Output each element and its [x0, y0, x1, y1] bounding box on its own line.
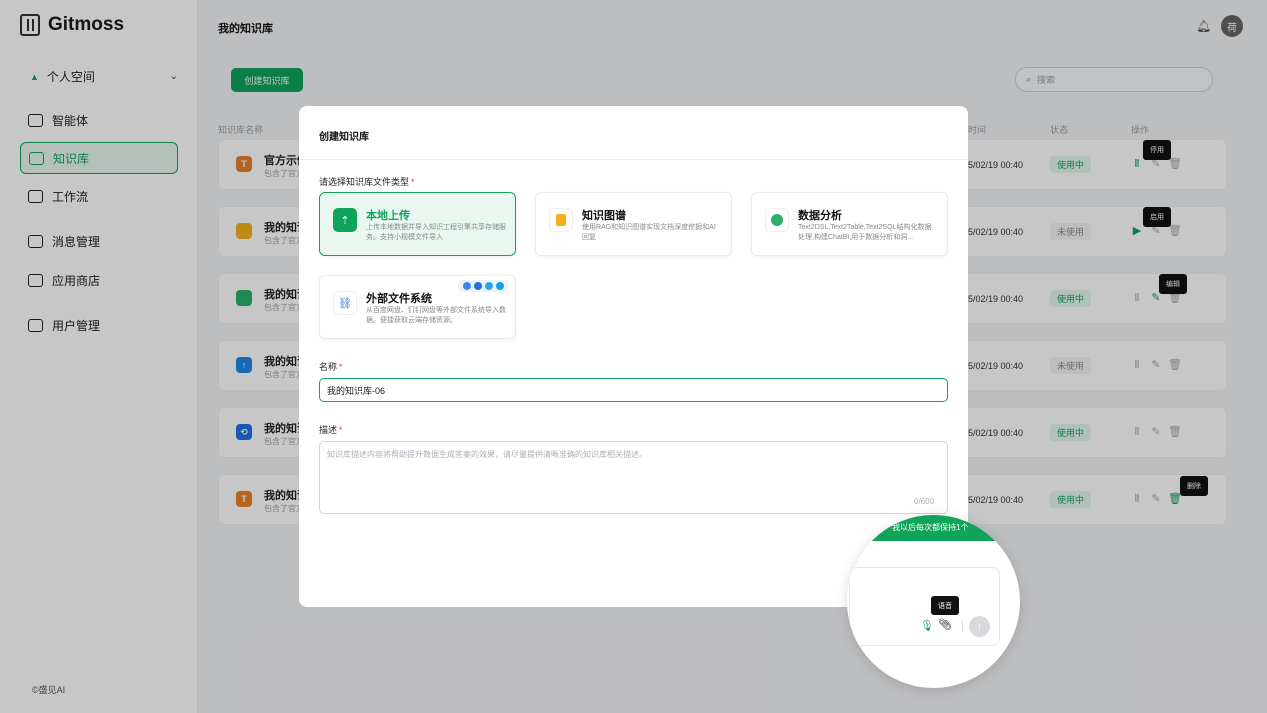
cloud-icon: [485, 282, 493, 290]
type-label: 请选择知识库文件类型 *: [319, 177, 415, 187]
attachment-icon[interactable]: 📎︎: [938, 618, 952, 631]
tooltip-voice: 语音: [931, 596, 959, 615]
name-label: 名称 *: [319, 362, 343, 372]
provider-icons: [458, 280, 509, 292]
microphone-icon[interactable]: 🎙︎: [920, 619, 934, 632]
type-desc: 从百度网盘、钉钉网盘等外部文件系统导入数据。便捷获取云端存储资源。: [366, 307, 506, 324]
type-card-local-upload[interactable]: ⇡ 本地上传 上传本地数据并导入知识工程引擎共享存储服务。支持小规模文件导入: [319, 192, 516, 256]
dingtalk-icon: [474, 282, 482, 290]
name-field[interactable]: [319, 378, 948, 402]
desc-label: 描述 *: [319, 425, 343, 435]
type-label-text: 请选择知识库文件类型: [319, 177, 410, 187]
zoom-magnifier: 我以后每次都保持1个 语音 🎙︎ 📎︎ ↑: [847, 515, 1020, 688]
type-desc: 使用RAG和知识图谱实现文档深度挖掘和AI回复: [582, 224, 716, 241]
type-title: 数据分析: [798, 210, 842, 222]
divider: [299, 159, 968, 160]
char-counter: 0/600: [914, 497, 935, 506]
drive-icon: [496, 282, 504, 290]
name-label-text: 名称: [319, 362, 338, 372]
type-desc: 上传本地数据并导入知识工程引擎共享存储服务。支持小规模文件导入: [366, 224, 506, 241]
dialog-title: 创建知识库: [319, 132, 369, 143]
type-card-external-fs[interactable]: ⛓ 外部文件系统 从百度网盘、钉钉网盘等外部文件系统导入数据。便捷获取云端存储资…: [319, 275, 516, 339]
link-icon: ⛓: [333, 291, 357, 315]
type-card-knowledge-graph[interactable]: 知识图谱 使用RAG和知识图谱实现文档深度挖掘和AI回复: [535, 192, 732, 256]
send-button[interactable]: ↑: [969, 616, 990, 637]
type-title: 知识图谱: [582, 210, 626, 222]
type-card-data-analysis[interactable]: 数据分析 Text2DSL,Text2Table,Text2SQL结构化数据处理…: [751, 192, 948, 256]
type-desc: Text2DSL,Text2Table,Text2SQL结构化数据处理,构建Ch…: [798, 224, 932, 241]
type-title: 外部文件系统: [366, 293, 432, 305]
divider: [962, 620, 963, 632]
type-title: 本地上传: [366, 210, 410, 222]
description-field[interactable]: [319, 441, 948, 514]
desc-label-text: 描述: [319, 425, 338, 435]
graph-icon: [549, 208, 573, 232]
upload-icon: ⇡: [333, 208, 357, 232]
chart-icon: [765, 208, 789, 232]
chat-banner: 我以后每次都保持1个: [847, 515, 1020, 541]
baidu-pan-icon: [463, 282, 471, 290]
